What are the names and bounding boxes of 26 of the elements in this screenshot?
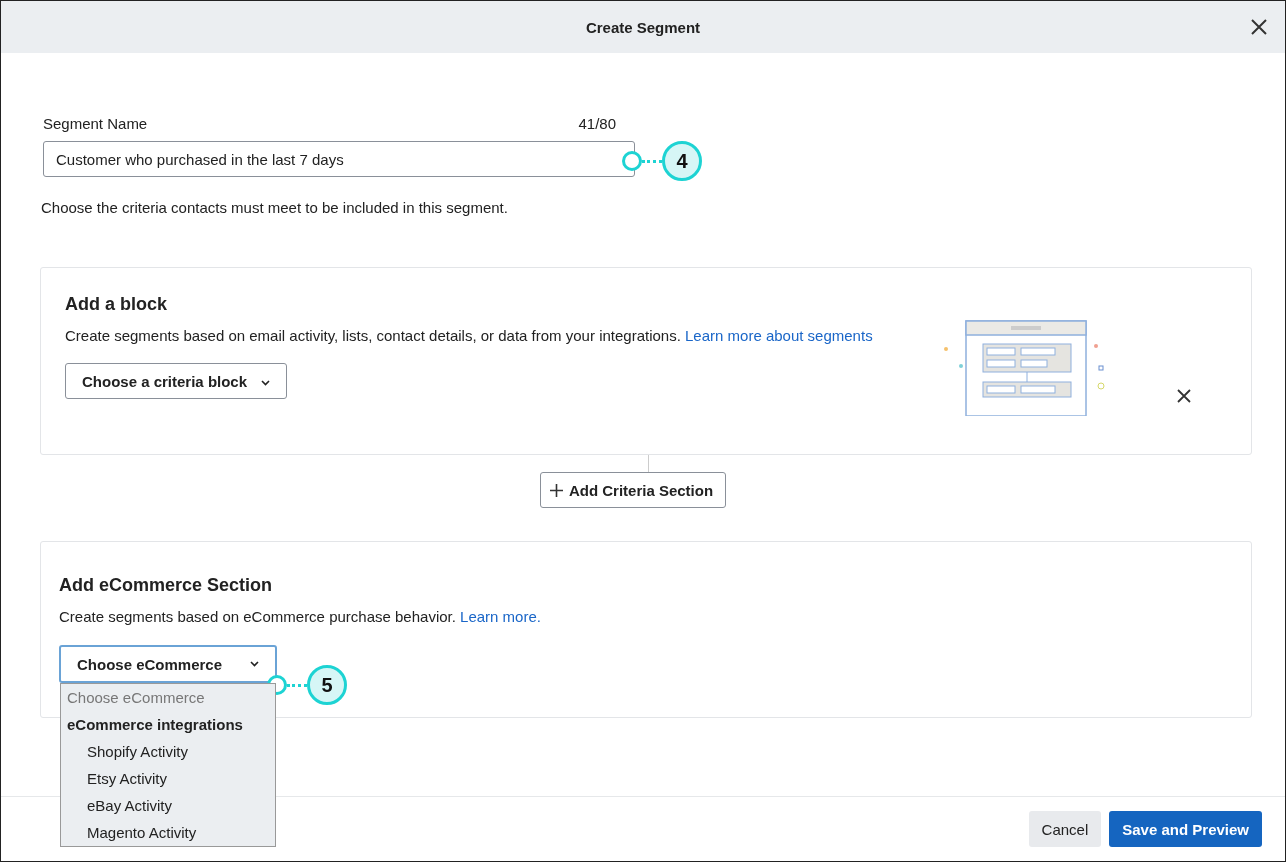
dropdown-option: eCommerce integrations [61, 711, 275, 738]
criteria-dropdown[interactable]: Choose a criteria block [65, 363, 288, 399]
dropdown-option[interactable]: Magento Activity [61, 819, 275, 846]
card-description: Create segments based on email activity, lists, contact details, or data from your integrations. [65, 327, 681, 344]
plus-icon [549, 483, 563, 497]
remove-icon[interactable] [1177, 389, 1191, 403]
field-label: Segment Name [43, 115, 148, 132]
dropdown-option[interactable]: Etsy Activity [61, 765, 275, 792]
segment-name-field[interactable]: Customer who purchased in the last 7 days [43, 141, 635, 177]
card-title: Add eCommerce Section [59, 575, 274, 596]
instructions-text: Choose the criteria contacts must meet to be included in this segment. [41, 199, 509, 216]
character-counter: 41/80 [578, 115, 616, 132]
save-button[interactable]: Save and Preview [1109, 811, 1262, 847]
dropdown-option[interactable]: eBay Activity [61, 792, 275, 819]
chevron-down-icon [250, 661, 259, 667]
close-icon[interactable] [1251, 19, 1267, 35]
dropdown-option[interactable]: Shopify Activity [61, 738, 275, 765]
learn-more-link[interactable]: Learn more. [460, 608, 541, 625]
learn-more-link[interactable]: Learn more about segments [685, 327, 873, 344]
card-description: Create segments based on eCommerce purchase behavior. [59, 608, 456, 625]
dialog-title: Create Segment [585, 18, 701, 36]
ecommerce-dropdown[interactable]: Choose eCommerce [59, 645, 277, 683]
add-criteria-section-button[interactable]: Add Criteria Section [539, 472, 727, 508]
card-title: Add a block [65, 294, 168, 315]
chevron-down-icon [261, 379, 271, 386]
cancel-button[interactable]: Cancel [1028, 811, 1102, 847]
